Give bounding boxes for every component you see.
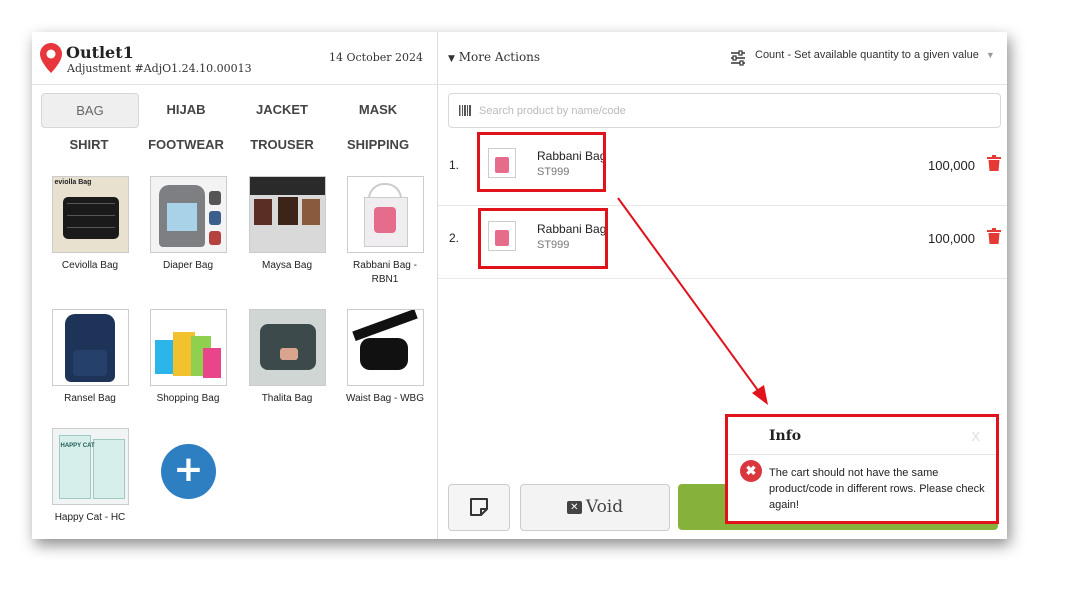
dialog-message: The cart should not have the same produc… xyxy=(769,467,985,511)
dialog-title: Info xyxy=(769,428,802,444)
dialog-close-button[interactable]: X xyxy=(971,429,980,444)
info-dialog: Info X ✖ The cart should not have the sa… xyxy=(725,414,999,524)
error-icon: ✖ xyxy=(740,460,762,482)
dialog-divider xyxy=(728,454,996,455)
